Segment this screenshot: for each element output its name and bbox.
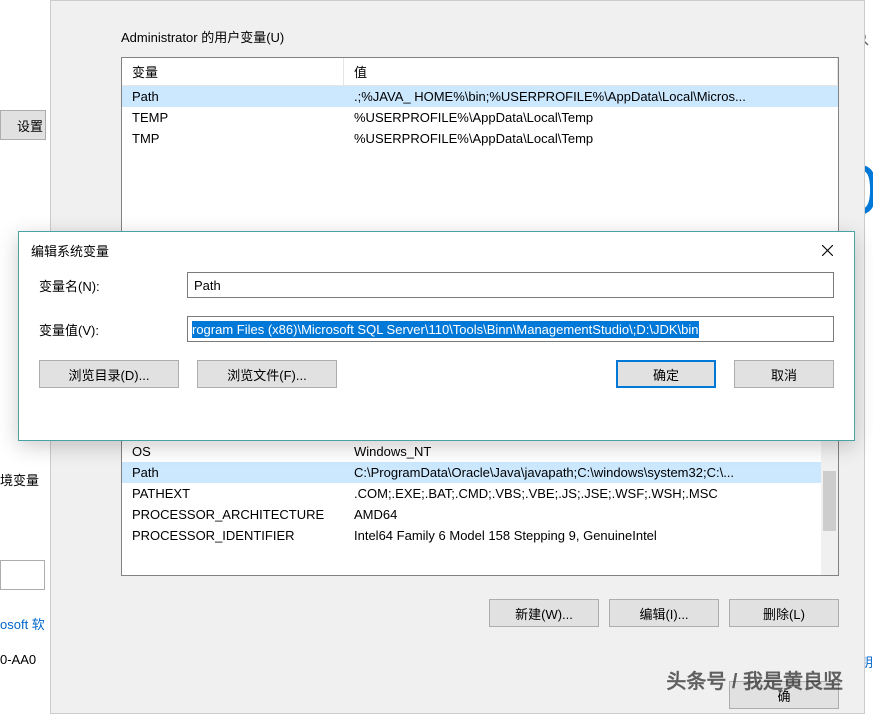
var-value: Windows_NT [344,441,838,462]
system-vars-buttons: 新建(W)... 编辑(I)... 删除(L) [489,599,839,627]
var-value: %USERPROFILE%\AppData\Local\Temp [344,107,838,128]
ok-button[interactable]: 确定 [616,360,716,388]
new-button[interactable]: 新建(W)... [489,599,599,627]
variable-value-label: 变量值(V): [39,320,187,339]
product-id-fragment: 0-AA0 [0,652,36,667]
variable-name-input[interactable] [187,272,834,298]
var-name: TMP [122,128,344,149]
dialog-titlebar[interactable]: 编辑系统变量 [19,232,854,272]
edit-system-variable-dialog: 编辑系统变量 变量名(N): 变量值(V): rogram Files (x86… [18,231,855,441]
table-row[interactable]: TEMP %USERPROFILE%\AppData\Local\Temp [122,107,838,128]
variable-name-row: 变量名(N): [19,272,854,298]
settings-button-fragment[interactable]: 设置 [0,110,46,140]
var-name: PROCESSOR_IDENTIFIER [122,525,344,546]
table-row[interactable]: Path .;%JAVA_ HOME%\bin;%USERPROFILE%\Ap… [122,86,838,107]
watermark: 头条号 / 我是黄良坚 [666,665,843,694]
scrollbar-thumb[interactable] [823,471,836,531]
system-vars-table[interactable]: OS Windows_NT Path C:\ProgramData\Oracle… [121,441,839,576]
variable-value-row: 变量值(V): rogram Files (x86)\Microsoft SQL… [19,316,854,342]
close-button[interactable] [812,240,842,260]
close-icon [822,245,833,256]
table-row[interactable]: PROCESSOR_IDENTIFIER Intel64 Family 6 Mo… [122,525,838,546]
empty-box-fragment [0,560,45,590]
var-name: Path [122,86,344,107]
column-header-variable[interactable]: 变量 [122,58,344,85]
var-value: Intel64 Family 6 Model 158 Stepping 9, G… [344,525,838,546]
column-header-value[interactable]: 值 [344,58,838,85]
var-name: Path [122,462,344,483]
microsoft-link-fragment[interactable]: osoft 软 [0,614,45,633]
selected-text: rogram Files (x86)\Microsoft SQL Server\… [192,321,699,338]
scrollbar[interactable] [821,441,838,575]
table-row[interactable]: Path C:\ProgramData\Oracle\Java\javapath… [122,462,838,483]
cancel-button[interactable]: 取消 [734,360,834,388]
table-row[interactable]: OS Windows_NT [122,441,838,462]
table-header: 变量 值 [122,58,838,86]
table-row[interactable]: TMP %USERPROFILE%\AppData\Local\Temp [122,128,838,149]
user-vars-group-label: Administrator 的用户变量(U) [121,27,284,46]
var-value: AMD64 [344,504,838,525]
user-vars-table[interactable]: 变量 值 Path .;%JAVA_ HOME%\bin;%USERPROFIL… [121,57,839,237]
edit-dialog-buttons: 浏览目录(D)... 浏览文件(F)... 确定 取消 [19,360,854,388]
table-row[interactable]: PATHEXT .COM;.EXE;.BAT;.CMD;.VBS;.VBE;.J… [122,483,838,504]
var-name: PATHEXT [122,483,344,504]
browse-file-button[interactable]: 浏览文件(F)... [197,360,337,388]
var-name: OS [122,441,344,462]
var-value: %USERPROFILE%\AppData\Local\Temp [344,128,838,149]
browse-directory-button[interactable]: 浏览目录(D)... [39,360,179,388]
var-name: TEMP [122,107,344,128]
variable-value-input[interactable]: rogram Files (x86)\Microsoft SQL Server\… [187,316,834,342]
edit-button[interactable]: 编辑(I)... [609,599,719,627]
var-name: PROCESSOR_ARCHITECTURE [122,504,344,525]
delete-button[interactable]: 删除(L) [729,599,839,627]
var-value: C:\ProgramData\Oracle\Java\javapath;C:\w… [344,462,838,483]
var-value: .COM;.EXE;.BAT;.CMD;.VBS;.VBE;.JS;.JSE;.… [344,483,838,504]
variable-name-label: 变量名(N): [39,276,187,295]
env-vars-label-fragment: 境变量 [0,470,39,489]
var-value: .;%JAVA_ HOME%\bin;%USERPROFILE%\AppData… [344,86,838,107]
dialog-title: 编辑系统变量 [31,241,109,260]
table-row[interactable]: PROCESSOR_ARCHITECTURE AMD64 [122,504,838,525]
